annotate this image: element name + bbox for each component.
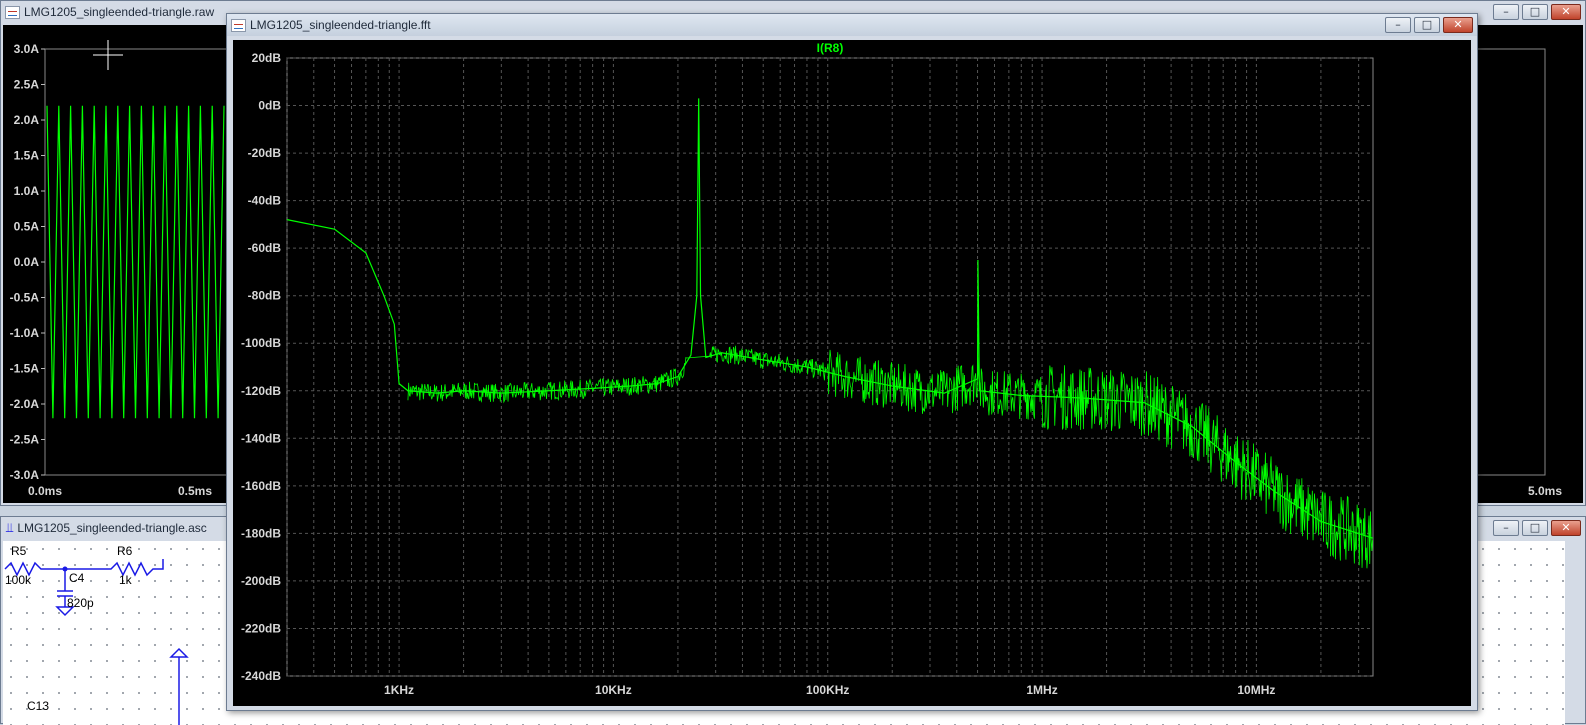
restore-icon: □ [1529,521,1541,534]
fft-y-tick-label: -200dB [241,574,281,588]
close-icon: ✕ [1561,521,1571,534]
minimize-icon: – [1503,5,1509,18]
schematic-app-icon: ⫫ [6,520,14,536]
fft-y-tick-label: -240dB [241,669,281,683]
schematic-close-button[interactable]: ✕ [1551,520,1581,536]
minimize-button[interactable]: – [1493,4,1519,20]
fft-plot-area[interactable]: 20dB 0dB -20dB -40dB -60dB -80dB -100dB -120dB -… [233,40,1471,706]
fft-y-tick-label: -20dB [248,146,282,160]
raw-x-tick-label: 0.5ms [178,484,212,498]
fft-x-tick-label: 1MHz [1026,683,1057,697]
fft-noise-floor [407,345,1373,569]
raw-y-tick-label: -2.0A [10,397,40,411]
r6-label: R6 [117,544,133,558]
fft-trace-name[interactable]: I(R8) [817,41,844,55]
raw-y-tick-label: 0.5A [14,220,40,234]
fft-y-tick-label: -140dB [241,431,281,445]
fft-restore-button[interactable]: □ [1414,17,1440,33]
raw-y-tick-label: 1.5A [14,149,40,163]
waveform-app-icon [5,5,20,19]
c4-label: C4 [69,571,85,585]
c13-label: C13 [27,699,50,713]
raw-y-tick-label: -3.0A [10,468,40,482]
raw-y-tick-label: -1.0A [10,326,40,340]
raw-window-title: LMG1205_singleended-triangle.raw [24,5,215,19]
raw-waveform-trace [46,105,225,419]
raw-y-tick-label: 1.0A [14,184,40,198]
raw-y-tick-label: 2.0A [14,113,40,127]
fft-x-tick-label: 1KHz [384,683,414,697]
fft-y-tick-label: -180dB [241,526,281,540]
fft-chart-svg: 20dB 0dB -20dB -40dB -60dB -80dB -100dB -120dB -… [241,41,1374,697]
fft-y-tick-label: -220dB [241,621,281,635]
minimize-icon: – [1503,521,1509,534]
fft-y-tick-label: -40dB [248,194,282,208]
fft-y-tick-label: -80dB [248,289,282,303]
fft-y-tick-label: 20dB [252,51,282,65]
fft-y-tick-label: -100dB [241,336,281,350]
fft-window-title: LMG1205_singleended-triangle.fft [250,18,431,32]
close-icon: ✕ [1453,18,1463,31]
fft-series-line [286,98,1374,539]
r5-value: 100k [5,573,32,587]
net-flag-icon [169,647,189,658]
raw-y-tick-label: -0.5A [10,291,40,305]
raw-y-tick-label: 0.0A [14,255,40,269]
fft-y-tick-label: 0dB [258,99,281,113]
fft-x-tick-label: 10MHz [1237,683,1275,697]
fft-window-titlebar[interactable]: LMG1205_singleended-triangle.fft – □ ✕ [227,14,1477,36]
restore-icon: □ [1529,5,1541,18]
fft-plot-window[interactable]: LMG1205_singleended-triangle.fft – □ ✕ 2… [226,13,1478,711]
raw-y-tick-label: 2.5A [14,78,40,92]
schematic-window-title: LMG1205_singleended-triangle.asc [17,521,207,535]
raw-x-tick-label: 0.0ms [28,484,62,498]
fft-plot-frame [286,57,1374,677]
fft-close-button[interactable]: ✕ [1443,17,1473,33]
schematic-minimize-button[interactable]: – [1493,520,1519,536]
close-button[interactable]: ✕ [1551,4,1581,20]
raw-y-tick-label: -1.5A [10,362,40,376]
r5-label: R5 [11,544,27,558]
raw-y-tick-label: 3.0A [14,42,40,56]
waveform-app-icon [231,18,246,32]
restore-icon: □ [1421,18,1433,31]
schematic-restore-button[interactable]: □ [1522,520,1548,536]
fft-y-tick-label: -160dB [241,479,281,493]
fft-y-tick-label: -60dB [248,241,282,255]
fft-minimize-button[interactable]: – [1385,17,1411,33]
restore-button[interactable]: □ [1522,4,1548,20]
c4-value: 820p [67,596,94,610]
fft-y-tick-label: -120dB [241,384,281,398]
fft-x-tick-label: 10KHz [595,683,632,697]
minimize-icon: – [1395,18,1401,31]
raw-x-tick-label: 5.0ms [1528,484,1562,498]
raw-y-tick-label: -2.5A [10,433,40,447]
fft-x-tick-label: 100KHz [806,683,849,697]
close-icon: ✕ [1561,5,1571,18]
r6-value: 1k [119,573,132,587]
